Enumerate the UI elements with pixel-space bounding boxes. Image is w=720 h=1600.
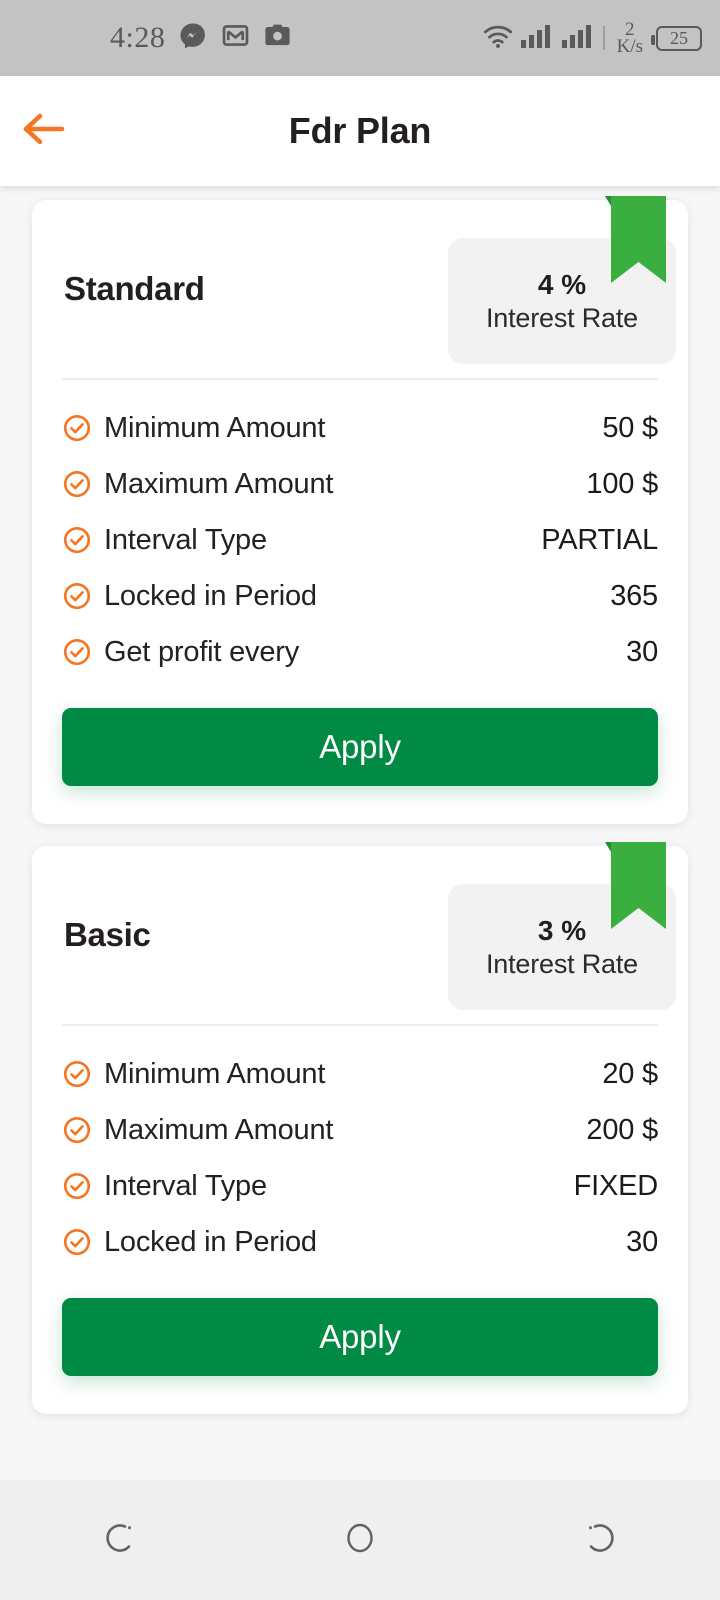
check-circle-icon	[62, 525, 104, 555]
system-navigation-bar	[0, 1480, 720, 1600]
app-bar: Fdr Plan	[0, 76, 720, 186]
check-circle-icon	[62, 469, 104, 499]
list-item: Locked in Period 365	[62, 568, 658, 624]
apply-button[interactable]: Apply	[62, 708, 658, 786]
ribbon-fold	[605, 842, 611, 852]
status-bar-clock: 4:28	[110, 21, 166, 54]
ribbon-fold	[605, 196, 611, 206]
list-item: Minimum Amount 20 $	[62, 1046, 658, 1102]
status-divider	[602, 26, 605, 50]
bookmark-ribbon-icon	[605, 196, 666, 283]
plan-detail-list: Minimum Amount 50 $ Maximum Amount 100 $	[32, 380, 688, 680]
recents-button[interactable]	[60, 1480, 180, 1600]
signal-bars-icon	[520, 23, 554, 54]
list-item-value: 20 $	[602, 1057, 658, 1090]
check-circle-icon	[62, 1171, 104, 1201]
check-circle-icon	[62, 1115, 104, 1145]
plan-name: Standard	[64, 270, 205, 307]
page-title: Fdr Plan	[288, 110, 432, 151]
list-item: Minimum Amount 50 $	[62, 400, 658, 456]
list-item: Locked in Period 30	[62, 1214, 658, 1270]
list-item: Maximum Amount 100 $	[62, 456, 658, 512]
list-item-label: Minimum Amount	[104, 411, 326, 444]
messenger-icon	[178, 21, 208, 56]
list-item-value: 100 $	[586, 467, 658, 500]
network-speed-unit: K/s	[616, 36, 643, 57]
plan-card-header: Standard 4 % Interest Rate	[32, 200, 688, 378]
bookmark-ribbon-icon	[605, 842, 666, 929]
list-item: Interval Type FIXED	[62, 1158, 658, 1214]
plan-card-standard[interactable]: Standard 4 % Interest Rate Minimum Amoun…	[32, 196, 688, 824]
back-button-nav[interactable]	[540, 1480, 660, 1600]
apply-button[interactable]: Apply	[62, 1298, 658, 1376]
plan-detail-list: Minimum Amount 20 $ Maximum Amount 200 $	[32, 1026, 688, 1270]
list-item-value: 30	[626, 635, 658, 668]
check-circle-icon	[62, 1059, 104, 1089]
plan-name: Basic	[64, 916, 151, 953]
list-item-value: 50 $	[602, 411, 658, 444]
apply-button-container: Apply	[32, 1270, 688, 1410]
network-speed: 2 K/s	[616, 19, 643, 57]
list-item: Maximum Amount 200 $	[62, 1102, 658, 1158]
plan-card-basic[interactable]: Basic 3 % Interest Rate Minimum Amount 2…	[32, 842, 688, 1414]
list-item-value: PARTIAL	[541, 523, 658, 556]
check-circle-icon	[62, 1227, 104, 1257]
check-circle-icon	[62, 581, 104, 611]
list-item-value: 30	[626, 1225, 658, 1258]
list-item-label: Get profit every	[104, 635, 300, 668]
recents-icon	[99, 1517, 141, 1564]
interest-rate-label: Interest Rate	[486, 948, 638, 979]
list-item-label: Locked in Period	[104, 579, 317, 612]
interest-rate-value: 3 %	[537, 914, 587, 946]
list-item-label: Minimum Amount	[104, 1057, 326, 1090]
interest-rate-label: Interest Rate	[486, 302, 638, 333]
list-item-label: Locked in Period	[104, 1225, 317, 1258]
home-circle-icon	[339, 1517, 381, 1564]
home-button[interactable]	[300, 1480, 420, 1600]
status-bar-right: 2 K/s 25	[483, 19, 702, 57]
gmail-icon	[221, 21, 250, 55]
list-item-label: Interval Type	[104, 523, 267, 556]
check-circle-icon	[62, 413, 104, 443]
list-item: Get profit every 30	[62, 624, 658, 680]
check-circle-icon	[62, 637, 104, 667]
list-item-label: Interval Type	[104, 1169, 267, 1202]
battery-icon: 25	[651, 25, 702, 51]
list-item-label: Maximum Amount	[104, 467, 334, 500]
back-gesture-icon	[579, 1517, 621, 1564]
apply-button-container: Apply	[32, 680, 688, 820]
battery-level: 25	[670, 28, 688, 48]
list-item-value: FIXED	[573, 1169, 659, 1202]
camera-icon	[263, 21, 292, 55]
status-bar: 4:28 2 K/s 25	[0, 0, 720, 76]
signal-bars-icon	[561, 23, 595, 54]
list-item-label: Maximum Amount	[104, 1113, 334, 1146]
plan-list-scroll[interactable]: Standard 4 % Interest Rate Minimum Amoun…	[0, 186, 720, 1480]
list-item: Interval Type PARTIAL	[62, 512, 658, 568]
status-bar-left: 4:28	[110, 21, 292, 56]
list-item-value: 365	[610, 579, 658, 612]
wifi-icon	[483, 23, 513, 54]
plan-card-header: Basic 3 % Interest Rate	[32, 846, 688, 1024]
interest-rate-value: 4 %	[537, 268, 587, 300]
list-item-value: 200 $	[586, 1113, 658, 1146]
